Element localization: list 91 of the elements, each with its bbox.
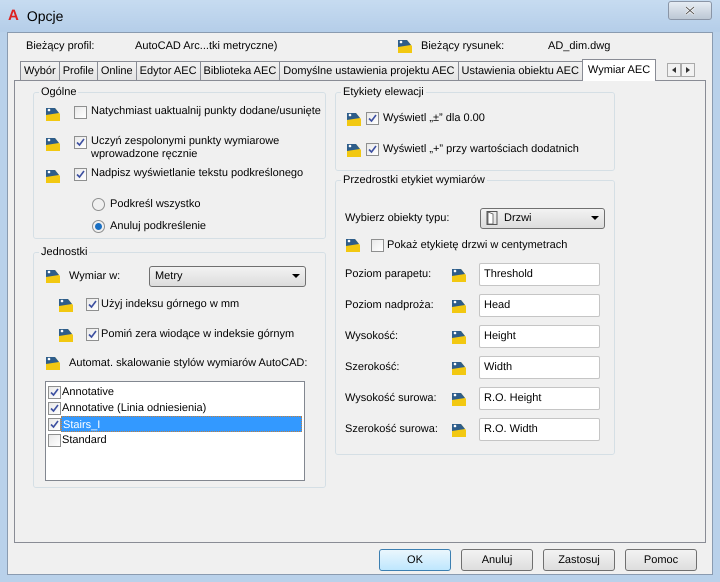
field-label: Wysokość: [345, 329, 400, 344]
checkbox-label: Pomiń zera wiodące w indeksie górnym [101, 327, 294, 342]
list-item[interactable]: Standard [61, 432, 302, 448]
dialog-button[interactable]: OK [379, 549, 451, 571]
group-title: Etykiety elewacji [341, 85, 426, 99]
tab[interactable]: Biblioteka AEC [200, 61, 280, 80]
object-type-dropdown[interactable]: Drzwi [480, 208, 605, 228]
left-arrow-icon [672, 67, 676, 73]
checkbox[interactable] [366, 112, 379, 125]
radio-label: Podkreśl wszystko [110, 197, 200, 212]
list-item[interactable]: Annotative [61, 384, 302, 400]
close-icon [685, 6, 695, 14]
checkbox[interactable] [48, 418, 61, 430]
checkbox-label: Nadpisz wyświetlanie tekstu podkreślonego [91, 166, 304, 180]
field-label: Szerokość: [345, 360, 400, 376]
tab[interactable]: Ustawienia obiektu AEC [458, 61, 583, 80]
checkbox-label: Wyświetl „±” dla 0.00 [383, 111, 485, 126]
sheet-icon [45, 168, 61, 184]
text-field[interactable]: R.O. Width [479, 418, 600, 441]
field-label: Szerokość surowa: [345, 422, 439, 438]
profile-label: Bieżący profil: [26, 38, 96, 54]
dropdown-arrow-icon [591, 216, 599, 220]
sheet-icon [58, 326, 74, 342]
window-title: Opcje [26, 6, 64, 26]
dialog-button[interactable]: Pomoc [625, 549, 697, 571]
tab[interactable]: Profile [58, 61, 98, 80]
checkbox-label: Użyj indeksu górnego w mm [101, 297, 240, 312]
profile-value: AutoCAD Arc...tki metryczne) [135, 38, 278, 54]
sheet-icon [45, 268, 61, 284]
sheet-icon [58, 296, 74, 312]
tab-scroll-left-button[interactable] [667, 63, 682, 77]
list-item[interactable]: Annotative (Linia odniesienia) [61, 400, 302, 416]
dialog-button[interactable]: Zastosuj [543, 549, 615, 571]
unit-dropdown[interactable]: Metry [149, 266, 306, 286]
sheet-icon [45, 355, 61, 371]
checkbox[interactable] [48, 402, 61, 414]
checkbox[interactable] [74, 106, 87, 119]
checkbox[interactable] [48, 386, 61, 398]
checkbox-label: Uczyń zespolonymi punkty wymiarowe wprowadzone ręcznie [91, 135, 280, 162]
checkbox[interactable] [366, 143, 379, 156]
drawing-value: AD_dim.dwg [548, 38, 610, 54]
text-field[interactable]: Threshold [479, 263, 600, 286]
scaling-label: Automat. skalowanie stylów wymiarów AutoCAD: [69, 356, 308, 371]
group-title: Przedrostki etykiet wymiarów [341, 173, 487, 187]
sheet-icon [345, 237, 361, 253]
sheet-icon [45, 136, 61, 152]
dimension-label: Wymiar w: [69, 268, 122, 284]
checkbox[interactable] [371, 238, 384, 252]
dialog-button[interactable]: Anuluj [461, 549, 533, 571]
radio-button[interactable] [92, 198, 105, 211]
checkbox-label: Wyświetl „+” przy wartościach dodatnich [383, 142, 579, 158]
field-label: Poziom parapetu: [345, 267, 432, 282]
text-field[interactable]: R.O. Height [479, 387, 600, 410]
sheet-icon [451, 422, 467, 438]
door-icon [486, 211, 498, 225]
checkbox[interactable] [48, 434, 61, 446]
tab[interactable]: Online [96, 61, 137, 80]
checkbox[interactable] [74, 168, 87, 181]
text-field[interactable]: Height [479, 325, 600, 348]
tab[interactable]: Edytor AEC [136, 61, 201, 80]
sheet-icon [346, 142, 362, 158]
field-label: Poziom nadproża: [345, 298, 435, 314]
text-field[interactable]: Width [479, 356, 600, 379]
sheet-icon [397, 38, 413, 54]
checkbox-label: Natychmiast uaktualnij punkty dodane/usunięte [91, 105, 322, 118]
drawing-label: Bieżący rysunek: [421, 38, 506, 54]
group-title: Ogólne [39, 85, 78, 99]
sheet-icon [451, 328, 467, 344]
sheet-icon [451, 266, 467, 282]
close-button[interactable] [668, 0, 712, 20]
radio-label: Anuluj podkreślenie [110, 219, 206, 234]
tab[interactable]: Wybór [20, 61, 60, 80]
object-type-label: Wybierz obiekty typu: [345, 210, 450, 226]
sheet-icon [451, 298, 467, 314]
text-field[interactable]: Head [479, 294, 600, 317]
sheet-icon [451, 390, 467, 406]
right-arrow-icon [686, 67, 690, 73]
app-logo: A [8, 6, 19, 26]
field-label: Wysokość surowa: [345, 391, 438, 406]
tab[interactable]: Wymiar AEC [582, 59, 656, 81]
tab[interactable]: Domyślne ustawienia projektu AEC [279, 61, 458, 80]
dropdown-arrow-icon [292, 274, 300, 278]
checkbox[interactable] [86, 328, 99, 341]
sheet-icon [451, 360, 467, 376]
radio-button[interactable] [92, 220, 105, 234]
tab-scroll-right-button[interactable] [681, 63, 696, 77]
sheet-icon [45, 106, 61, 122]
checkbox[interactable] [74, 136, 87, 150]
checkbox[interactable] [86, 298, 99, 311]
checkbox-label: Pokaż etykietę drzwi w centymetrach [387, 238, 568, 253]
sheet-icon [346, 110, 362, 126]
